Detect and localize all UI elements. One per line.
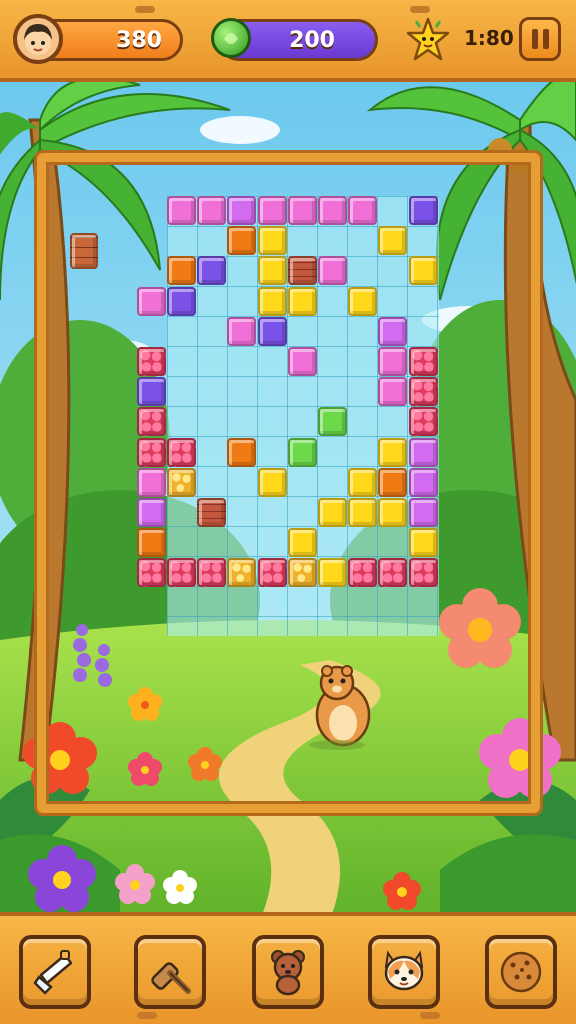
block-pink[interactable] [348,196,378,225]
block-berry[interactable] [167,437,196,467]
block-violet[interactable] [408,196,438,225]
block-pink[interactable] [257,196,287,225]
block-yellow[interactable] [378,437,408,467]
block-pink[interactable] [287,196,317,225]
block-pink[interactable] [136,467,166,497]
gem-value: 200 [289,28,335,53]
block-green[interactable] [318,407,347,437]
block-mag[interactable] [408,437,438,467]
block-yellow[interactable] [257,286,287,316]
block-pink[interactable] [227,316,257,346]
hammer-button[interactable] [19,935,91,1009]
green-gem-icon [211,18,251,58]
score-value: 380 [116,28,162,53]
block-pink[interactable] [318,256,347,286]
timer-text: 1:80 [464,26,514,50]
block-mag[interactable] [408,498,438,527]
block-yellow[interactable] [257,256,287,286]
block-violet[interactable] [197,256,227,286]
corgi-icon [384,950,424,991]
block-berry[interactable] [257,558,287,588]
decor-nail [135,6,155,13]
block-berry[interactable] [197,558,227,588]
block-honey[interactable] [287,558,317,588]
block-berry[interactable] [136,407,166,437]
pause-icon [532,29,538,49]
block-yellow[interactable] [318,498,347,527]
mallet-button[interactable] [134,935,206,1009]
block-brick[interactable] [197,498,227,527]
block-pink[interactable] [136,286,166,316]
block-orange[interactable] [167,256,196,286]
block-berry[interactable] [167,558,196,588]
block-honey[interactable] [167,467,196,497]
block-mag[interactable] [408,467,438,497]
block-pink[interactable] [287,347,317,376]
block-brick[interactable] [287,256,317,286]
block-yellow[interactable] [348,498,378,527]
block-violet[interactable] [167,286,196,316]
player-avatar-icon[interactable] [13,14,63,64]
hammer-icon [33,950,73,995]
block-berry[interactable] [408,407,438,437]
block-orange[interactable] [227,226,257,256]
block-pink[interactable] [378,347,408,376]
decor-nail [410,6,430,13]
block-violet[interactable] [136,377,166,407]
block-berry[interactable] [136,558,166,588]
block-yellow[interactable] [348,286,378,316]
block-mag[interactable] [136,498,166,527]
block-green[interactable] [287,437,317,467]
block-yellow[interactable] [408,256,438,286]
block-pink[interactable] [197,196,227,225]
block-yellow[interactable] [378,226,408,256]
top-hud-bar: 380 200 1:80 [0,0,576,82]
corgi-button[interactable] [368,935,440,1009]
block-berry[interactable] [348,558,378,588]
block-yellow[interactable] [257,467,287,497]
block-mag[interactable] [227,196,257,225]
block-pink[interactable] [318,196,347,225]
block-pink[interactable] [378,377,408,407]
block-berry[interactable] [378,558,408,588]
star-character-icon [406,17,450,61]
block-yellow[interactable] [378,498,408,527]
block-orange[interactable] [227,437,257,467]
block-pink[interactable] [167,196,196,225]
block-honey[interactable] [227,558,257,588]
block-violet[interactable] [257,316,287,346]
bear-icon [271,950,305,996]
bottom-toolbar [0,912,576,1024]
cookie-icon [500,951,542,993]
bear-button[interactable] [252,935,324,1009]
block-yellow[interactable] [318,558,347,588]
block-mag[interactable] [378,316,408,346]
block-berry[interactable] [408,347,438,376]
block-berry[interactable] [136,437,166,467]
pause-button[interactable] [519,17,561,61]
block-yellow[interactable] [287,286,317,316]
cookie-button[interactable] [485,935,557,1009]
block-yellow[interactable] [408,528,438,558]
mallet-icon [151,962,191,994]
block-berry[interactable] [408,377,438,407]
block-yellow[interactable] [257,226,287,256]
block-orange[interactable] [378,467,408,497]
block-berry[interactable] [408,558,438,588]
falling-block-choco[interactable] [70,233,98,269]
block-yellow[interactable] [287,528,317,558]
block-orange[interactable] [136,528,166,558]
block-berry[interactable] [136,347,166,376]
block-yellow[interactable] [348,467,378,497]
